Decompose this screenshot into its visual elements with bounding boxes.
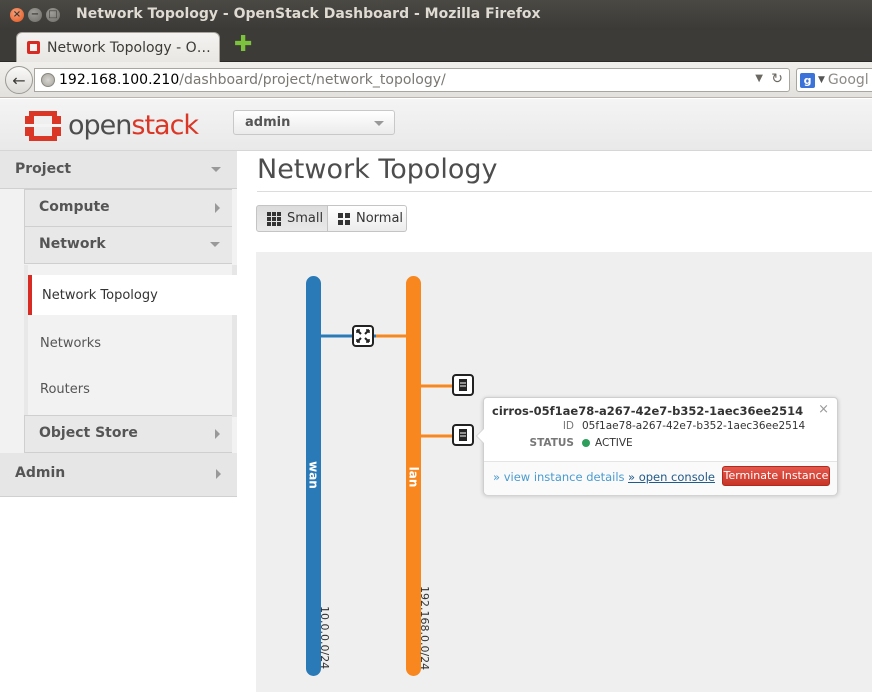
chevron-right-icon: [216, 469, 221, 479]
instance-status-label: STATUS: [529, 437, 574, 449]
dashboard-page: openstack admin Project Compute Network …: [0, 99, 872, 692]
instance-status-value: ACTIVE: [595, 437, 633, 449]
window-maximize-button[interactable]: □: [46, 8, 60, 22]
sidebar-item-network-topology[interactable]: Network Topology: [28, 275, 237, 315]
sidebar-section-label: Admin: [15, 465, 66, 481]
sidebar-item-routers[interactable]: Routers: [28, 369, 237, 409]
window-minimize-button[interactable]: −: [28, 8, 42, 22]
chevron-right-icon: [215, 429, 220, 439]
back-button[interactable]: ←: [5, 66, 33, 94]
url-host: 192.168.100.210: [59, 72, 180, 88]
url-bar[interactable]: 192.168.100.210/dashboard/project/networ…: [34, 68, 790, 92]
sidebar-section-label: Project: [15, 161, 72, 177]
url-path: /dashboard/project/network_topology/: [179, 72, 446, 88]
browser-tabbar: Network Topology - O… ✚: [0, 30, 872, 62]
logo-text-open: open: [68, 110, 132, 141]
instance-id-label: ID: [562, 420, 574, 432]
openstack-logo-icon: [25, 110, 61, 141]
instance-detail-popup: × cirros-05f1ae78-a267-42e7-b352-1aec36e…: [476, 397, 838, 495]
openstack-favicon-icon: [27, 41, 40, 54]
browser-tab-label: Network Topology - O…: [47, 39, 211, 56]
close-icon[interactable]: ×: [818, 402, 829, 417]
window-title: Network Topology - OpenStack Dashboard -…: [76, 6, 541, 22]
instance-icon[interactable]: [452, 424, 474, 446]
project-selector-label: admin: [245, 115, 291, 130]
window-close-button[interactable]: ×: [10, 8, 24, 22]
chevron-down-icon: [211, 167, 221, 172]
url-dropdown-icon[interactable]: ▼: [755, 73, 763, 84]
search-bar[interactable]: g ▼ Googl: [796, 68, 872, 92]
chevron-down-icon: [210, 242, 220, 247]
window-titlebar: × − □ Network Topology - OpenStack Dashb…: [0, 0, 872, 30]
sidebar-panel-label: Network: [39, 236, 106, 252]
sidebar-section-project[interactable]: Project: [0, 151, 237, 189]
browser-tab[interactable]: Network Topology - O…: [16, 32, 220, 62]
grid-small-icon: [267, 211, 281, 226]
sidebar-item-networks[interactable]: Networks: [28, 323, 237, 363]
globe-icon: [41, 73, 55, 87]
view-instance-details-link[interactable]: » view instance details: [493, 470, 625, 484]
sidebar-panel-label: Object Store: [39, 425, 138, 441]
small-view-label: Small: [287, 211, 324, 226]
sidebar: Project Compute Network Network Topology…: [0, 151, 237, 497]
popup-footer: » view instance details » open console T…: [484, 461, 837, 495]
page-title: Network Topology: [257, 154, 498, 185]
project-selector[interactable]: admin: [233, 110, 395, 135]
normal-view-label: Normal: [356, 211, 404, 226]
new-tab-icon[interactable]: ✚: [234, 34, 252, 56]
instance-id-value: 05f1ae78-a267-42e7-b352-1aec36ee2514: [582, 420, 806, 432]
small-view-button[interactable]: Small: [256, 205, 328, 232]
instance-name: cirros-05f1ae78-a267-42e7-b352-1aec36ee2…: [492, 404, 804, 418]
search-engine-dropdown-icon[interactable]: ▼: [818, 75, 825, 85]
status-dot-icon: [582, 439, 590, 447]
window-controls: × − □: [10, 8, 60, 22]
sidebar-panel-network[interactable]: Network: [24, 226, 232, 264]
chevron-right-icon: [215, 203, 220, 213]
network-lan[interactable]: lan 192.168.0.0/24: [406, 276, 431, 676]
google-icon[interactable]: g: [800, 72, 815, 88]
sidebar-panel-compute[interactable]: Compute: [24, 189, 232, 227]
sidebar-panel-label: Compute: [39, 199, 110, 215]
search-placeholder: Googl: [827, 72, 869, 88]
sidebar-section-admin[interactable]: Admin: [0, 453, 237, 497]
openstack-logo[interactable]: openstack: [25, 110, 199, 141]
logo-text-stack: stack: [131, 110, 199, 141]
grid-large-icon: [338, 212, 350, 225]
instance-status: ACTIVE: [582, 437, 633, 449]
browser-navbar: ← 192.168.100.210/dashboard/project/netw…: [0, 62, 872, 98]
network-cidr-label: 10.0.0.0/24: [318, 606, 331, 669]
network-name-label: lan: [407, 467, 421, 488]
chevron-down-icon: [374, 121, 384, 126]
network-cidr-label: 192.168.0.0/24: [418, 586, 431, 670]
terminate-instance-button[interactable]: Terminate Instance: [722, 466, 830, 486]
view-size-toggle: Small Normal: [256, 205, 407, 232]
instance-icon[interactable]: [452, 374, 474, 396]
network-name-label: wan: [307, 461, 321, 489]
router-icon[interactable]: [352, 325, 374, 347]
reload-icon[interactable]: ↻: [771, 71, 783, 87]
title-divider: [257, 191, 872, 192]
page-header: openstack admin: [0, 99, 872, 151]
open-console-link[interactable]: » open console: [628, 470, 715, 484]
normal-view-button[interactable]: Normal: [328, 205, 407, 232]
sidebar-panel-object-store[interactable]: Object Store: [24, 415, 232, 453]
arrow-left-icon: ←: [12, 70, 26, 90]
